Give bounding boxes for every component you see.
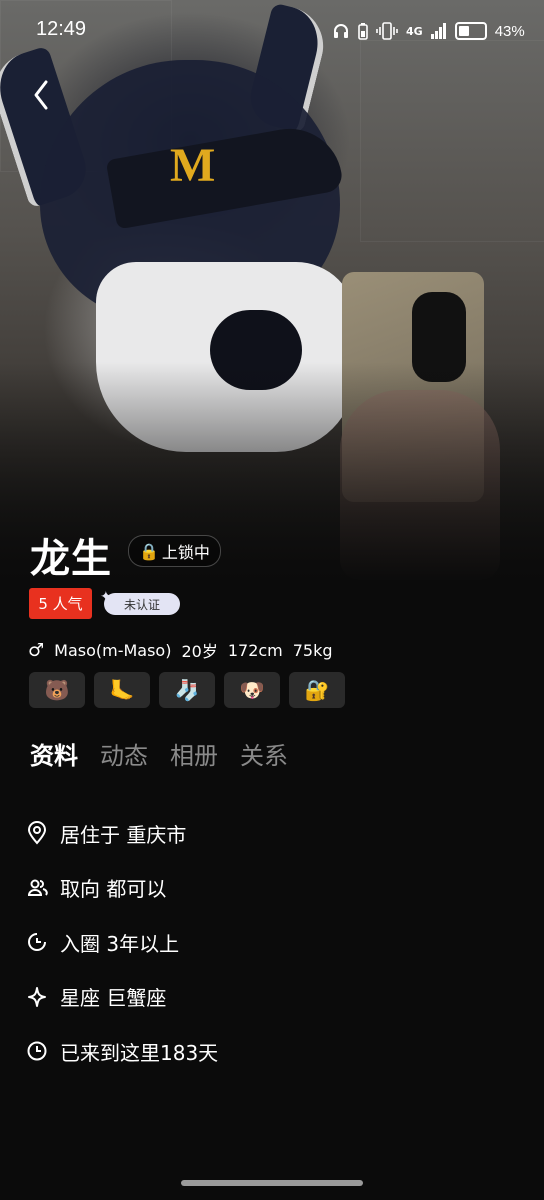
profile-cover-photo[interactable]: M bbox=[0, 0, 544, 582]
tab-album[interactable]: 相册 bbox=[170, 736, 218, 771]
tab-moments[interactable]: 动态 bbox=[100, 736, 148, 771]
lock-status-badge[interactable]: 🔒 上锁中 bbox=[128, 535, 221, 567]
profile-stats: ♂ Maso(m-Maso) 20岁 172cm 75kg bbox=[28, 638, 333, 662]
chevron-left-icon bbox=[34, 80, 48, 110]
tab-relations[interactable]: 关系 bbox=[240, 736, 288, 771]
headphones-icon bbox=[334, 24, 348, 38]
profile-info-list: 居住于 重庆市 取向 都可以 入圈 3年以上 星座 巨蟹座 已来到这里183天 bbox=[26, 806, 516, 1079]
lock-key-tag[interactable]: 🔐 bbox=[289, 672, 345, 708]
info-text-days: 已来到这里183天 bbox=[60, 1040, 219, 1065]
foot-tag[interactable]: 🦶 bbox=[94, 672, 150, 708]
info-text-zodiac: 星座 巨蟹座 bbox=[60, 986, 167, 1011]
location-pin-icon bbox=[27, 821, 47, 845]
info-row-location: 居住于 重庆市 bbox=[26, 806, 516, 861]
dog-tag[interactable]: 🐶 bbox=[224, 672, 280, 708]
signal-icon bbox=[430, 23, 446, 39]
info-row-days: 已来到这里183天 bbox=[26, 1024, 516, 1079]
battery-saver-icon bbox=[358, 23, 368, 40]
status-time: 12:49 bbox=[36, 18, 87, 40]
verify-star-icon: ✦ bbox=[100, 589, 112, 605]
verification-label: 未认证 bbox=[123, 597, 160, 612]
height-label: 172cm bbox=[227, 640, 283, 660]
bear-tag[interactable]: 🐻 bbox=[29, 672, 85, 708]
back-button[interactable] bbox=[24, 76, 60, 116]
network-type: 4G bbox=[406, 24, 423, 38]
role-label: Maso(m-Maso) bbox=[54, 640, 172, 660]
info-row-zodiac: 星座 巨蟹座 bbox=[26, 970, 516, 1025]
tab-profile-info[interactable]: 资料 bbox=[30, 736, 78, 771]
profile-tabs: 资料 动态 相册 关系 bbox=[30, 736, 288, 771]
people-icon bbox=[27, 879, 48, 896]
lock-status-label: 上锁中 bbox=[161, 543, 210, 562]
info-text-orientation: 取向 都可以 bbox=[60, 877, 167, 902]
cap-logo: M bbox=[170, 139, 216, 192]
male-icon: ♂ bbox=[28, 639, 45, 661]
pie-clock-icon bbox=[28, 933, 46, 952]
profile-name: 龙生 bbox=[30, 536, 112, 582]
status-icons: 4G 43% bbox=[332, 18, 525, 44]
age-label: 20岁 bbox=[181, 642, 218, 661]
lock-icon: 🔒 bbox=[139, 541, 159, 561]
info-row-experience: 入圈 3年以上 bbox=[26, 915, 516, 970]
info-text-experience: 入圈 3年以上 bbox=[60, 931, 180, 956]
weight-label: 75kg bbox=[292, 640, 333, 660]
info-text-location: 居住于 重庆市 bbox=[60, 822, 187, 847]
emoji-tag-row: 🐻 🦶 🧦 🐶 🔐 bbox=[29, 672, 345, 708]
battery-icon bbox=[454, 22, 487, 40]
verification-badge[interactable]: ✦ 未认证 bbox=[100, 590, 180, 615]
battery-percent: 43% bbox=[494, 22, 525, 40]
popularity-badge[interactable]: 5 人气 bbox=[29, 588, 92, 619]
sock-tag[interactable]: 🧦 bbox=[159, 672, 215, 708]
home-indicator[interactable] bbox=[181, 1180, 363, 1186]
vibrate-icon bbox=[376, 22, 398, 40]
info-row-orientation: 取向 都可以 bbox=[26, 861, 516, 916]
clock-icon bbox=[27, 1041, 47, 1061]
sparkle-icon bbox=[28, 986, 46, 1007]
wall-tile bbox=[360, 40, 544, 242]
status-bar: 12:49 4G 43% bbox=[0, 0, 544, 62]
